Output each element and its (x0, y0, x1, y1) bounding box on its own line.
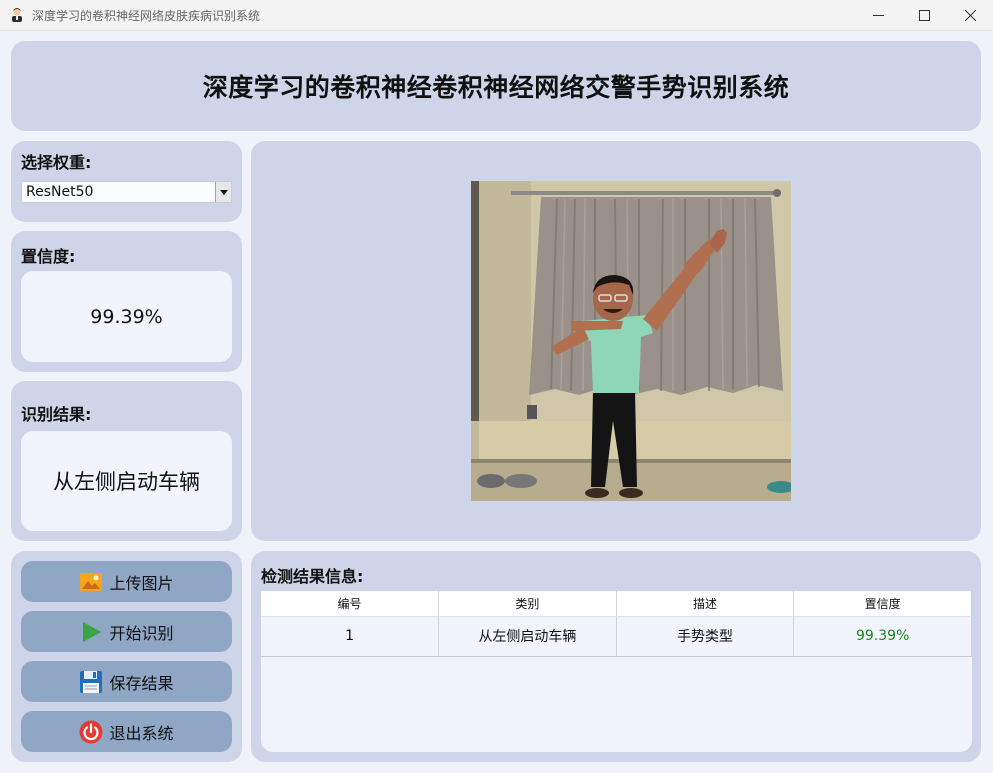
app-icon (9, 7, 25, 23)
minimize-button[interactable] (855, 0, 901, 31)
input-photo (471, 181, 791, 501)
cell-id[interactable]: 1 (261, 616, 440, 657)
weight-label: 选择权重: (21, 153, 92, 172)
maximize-icon (918, 10, 930, 21)
close-button[interactable] (947, 0, 993, 31)
save-result-label: 保存结果 (109, 673, 174, 693)
exit-system-label: 退出系统 (109, 723, 174, 743)
result-label: 识别结果: (21, 405, 92, 424)
weight-select-value: ResNet50 (26, 184, 94, 200)
floppy-disk-icon (79, 670, 103, 694)
table-row[interactable]: 1 从左侧启动车辆 手势类型 99.39% (261, 616, 972, 657)
detection-panel: 检测结果信息: 编号 类别 描述 置信度 1 从左侧启动车辆 手势类型 99.3… (251, 551, 981, 762)
image-icon (79, 570, 103, 594)
detection-table: 编号 类别 描述 置信度 1 从左侧启动车辆 手势类型 99.39% (261, 591, 972, 752)
save-result-button[interactable]: 保存结果 (21, 661, 232, 702)
weight-panel: 选择权重: ResNet50 (11, 141, 242, 222)
upload-image-label: 上传图片 (109, 573, 174, 593)
exit-system-button[interactable]: 退出系统 (21, 711, 232, 752)
column-header-category[interactable]: 类别 (438, 591, 617, 617)
maximize-button[interactable] (901, 0, 947, 31)
header-panel: 深度学习的卷积神经卷积神经网络交警手势识别系统 (11, 41, 981, 131)
start-recognition-label: 开始识别 (109, 623, 174, 643)
table-header-row: 编号 类别 描述 置信度 (261, 591, 972, 617)
weight-select[interactable]: ResNet50 (21, 181, 232, 203)
actions-panel: 上传图片 开始识别 保存结果 退出系统 (11, 551, 242, 762)
page-title: 深度学习的卷积神经卷积神经网络交警手势识别系统 (202, 73, 790, 102)
close-icon (964, 10, 976, 21)
column-header-confidence[interactable]: 置信度 (793, 591, 972, 617)
cell-confidence[interactable]: 99.39% (793, 616, 972, 657)
minimize-icon (872, 15, 884, 16)
image-display-panel (251, 141, 981, 541)
result-panel: 识别结果: 从左侧启动车辆 (11, 381, 242, 541)
dropdown-arrow-icon[interactable] (215, 182, 231, 202)
power-icon (79, 720, 103, 744)
cell-category[interactable]: 从左侧启动车辆 (438, 616, 617, 657)
confidence-panel: 置信度: 99.39% (11, 231, 242, 372)
window-titlebar: 深度学习的卷积神经网络皮肤疾病识别系统 (0, 0, 993, 31)
confidence-value: 99.39% (21, 271, 232, 362)
window-title: 深度学习的卷积神经网络皮肤疾病识别系统 (32, 8, 261, 23)
column-header-id[interactable]: 编号 (261, 591, 440, 617)
confidence-label: 置信度: (21, 247, 76, 266)
upload-image-button[interactable]: 上传图片 (21, 561, 232, 602)
column-header-description[interactable]: 描述 (616, 591, 795, 617)
cell-description[interactable]: 手势类型 (616, 616, 795, 657)
start-recognition-button[interactable]: 开始识别 (21, 611, 232, 652)
detection-label: 检测结果信息: (261, 567, 364, 586)
play-icon (79, 620, 103, 644)
result-value: 从左侧启动车辆 (21, 431, 232, 531)
